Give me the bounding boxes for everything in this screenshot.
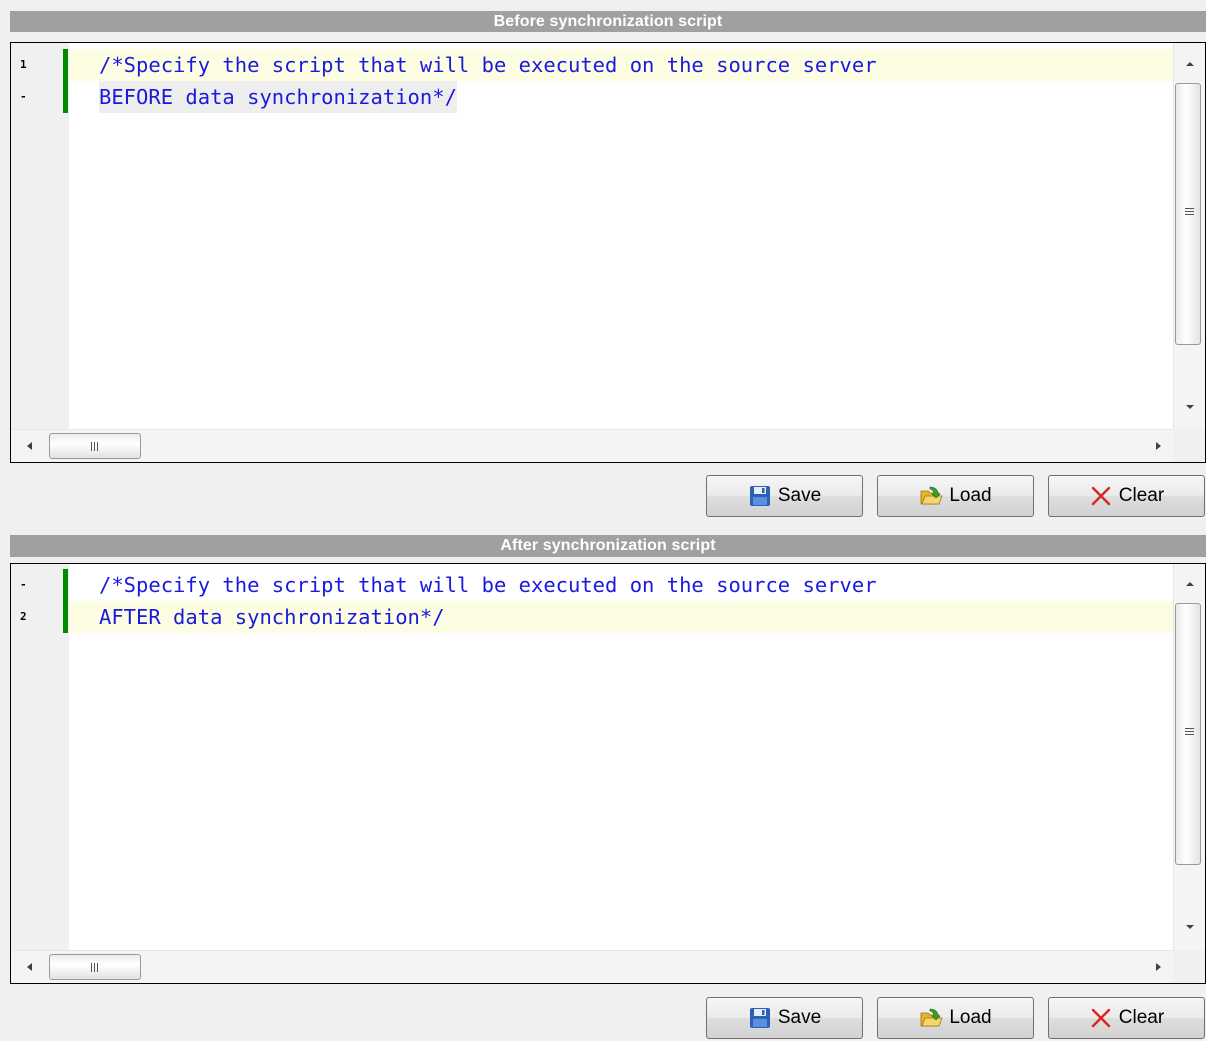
floppy-disk-icon — [749, 486, 770, 506]
scroll-down-icon[interactable] — [1186, 405, 1194, 409]
vertical-scrollbar[interactable] — [1173, 564, 1205, 950]
scrollbar-corner — [1173, 429, 1205, 462]
vertical-scroll-thumb[interactable] — [1175, 603, 1201, 865]
scroll-left-icon[interactable] — [27, 963, 32, 971]
open-folder-icon — [920, 486, 943, 505]
clear-button[interactable]: Clear — [1048, 997, 1205, 1039]
before-sync-title: Before synchronization script — [10, 11, 1206, 32]
save-button[interactable]: Save — [706, 997, 863, 1039]
clear-button-label: Clear — [1118, 485, 1165, 506]
clear-x-icon — [1091, 486, 1110, 506]
save-button-label: Save — [777, 485, 822, 506]
before-sync-editor[interactable]: 1 - /*Specify the script that will be ex… — [10, 42, 1206, 463]
change-marker — [63, 49, 68, 113]
clear-button[interactable]: Clear — [1048, 475, 1205, 517]
save-button-label: Save — [777, 1007, 822, 1028]
line-number: - — [20, 90, 27, 103]
before-sync-button-row: Save Load Clear — [0, 475, 1206, 519]
open-folder-icon — [920, 1008, 943, 1027]
scroll-right-icon[interactable] — [1156, 442, 1161, 450]
change-marker — [63, 569, 68, 633]
clear-button-label: Clear — [1118, 1007, 1165, 1028]
horizontal-scroll-thumb[interactable] — [49, 954, 141, 980]
scrollbar-corner — [1173, 950, 1205, 983]
scroll-up-icon[interactable] — [1186, 582, 1194, 586]
code-line: /*Specify the script that will be execut… — [99, 53, 877, 77]
clear-x-icon — [1091, 1008, 1110, 1028]
scroll-left-icon[interactable] — [27, 442, 32, 450]
horizontal-scroll-thumb[interactable] — [49, 433, 141, 459]
code-line: BEFORE data synchronization*/ — [99, 81, 457, 113]
after-sync-button-row: Save Load Clear — [0, 997, 1206, 1041]
save-button[interactable]: Save — [706, 475, 863, 517]
load-button-label: Load — [949, 485, 992, 506]
code-line: /*Specify the script that will be execut… — [99, 573, 877, 597]
line-number: 2 — [20, 610, 27, 623]
code-area[interactable]: /*Specify the script that will be execut… — [69, 564, 1173, 950]
load-button-label: Load — [949, 1007, 992, 1028]
line-number: 1 — [20, 58, 27, 71]
line-number-gutter: - 2 — [11, 564, 69, 950]
line-number: - — [20, 578, 27, 591]
floppy-disk-icon — [749, 1008, 770, 1028]
after-sync-title: After synchronization script — [10, 535, 1206, 557]
load-button[interactable]: Load — [877, 475, 1034, 517]
vertical-scrollbar[interactable] — [1173, 43, 1205, 429]
vertical-scroll-thumb[interactable] — [1175, 83, 1201, 345]
horizontal-scrollbar[interactable] — [11, 429, 1173, 462]
scroll-up-icon[interactable] — [1186, 62, 1194, 66]
after-sync-editor[interactable]: - 2 /*Specify the script that will be ex… — [10, 563, 1206, 984]
code-line: AFTER data synchronization*/ — [99, 605, 445, 629]
scroll-right-icon[interactable] — [1156, 963, 1161, 971]
load-button[interactable]: Load — [877, 997, 1034, 1039]
horizontal-scrollbar[interactable] — [11, 950, 1173, 983]
line-number-gutter: 1 - — [11, 43, 69, 429]
code-area[interactable]: /*Specify the script that will be execut… — [69, 43, 1173, 429]
scroll-down-icon[interactable] — [1186, 925, 1194, 929]
